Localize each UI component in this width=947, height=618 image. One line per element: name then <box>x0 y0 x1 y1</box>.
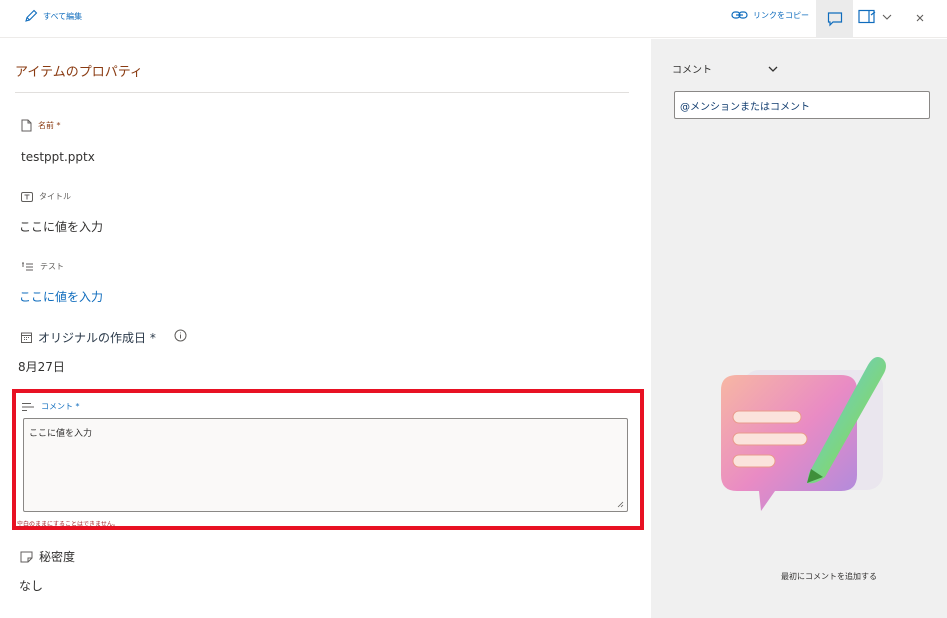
comment-textarea-value: ここに値を入力 <box>29 429 93 439</box>
comments-dropdown-label: コメント <box>672 65 712 76</box>
comment-icon <box>827 12 842 27</box>
test-field-label: テスト <box>21 261 64 272</box>
chevron-down-icon <box>768 66 778 72</box>
created-date-field-value[interactable]: 8月27日 <box>18 358 65 375</box>
link-icon <box>731 11 748 19</box>
sensitivity-icon <box>20 551 33 562</box>
comment-field-highlight: コメント * ここに値を入力 空白のままにすることはできません。 <box>12 389 644 530</box>
resize-grip-icon[interactable] <box>617 501 624 508</box>
divider <box>15 92 629 93</box>
close-icon[interactable] <box>913 11 927 25</box>
test-field-value[interactable]: ここに値を入力 <box>19 288 103 305</box>
pencil-icon <box>25 9 38 22</box>
text-title-icon <box>21 191 33 202</box>
details-pane-icon <box>858 9 876 24</box>
copy-link-button[interactable]: リンクをコピー <box>731 9 809 21</box>
title-field-label: タイトル <box>21 191 71 202</box>
document-icon <box>21 119 32 132</box>
comment-illustration <box>721 357 886 511</box>
item-properties-panel: アイテムのプロパティ 名前 * testppt.pptx タイトル ここに値を入… <box>0 39 651 618</box>
edit-all-button[interactable]: すべて編集 <box>24 9 82 23</box>
comments-panel: コメント @メンションまたはコメント 最初にコメントを追加する <box>651 39 947 618</box>
error-underline <box>120 526 148 527</box>
multiline-text-icon <box>22 402 34 411</box>
created-date-field-label: オリジナルの作成日 * <box>21 329 156 346</box>
chevron-down-icon <box>882 14 892 20</box>
comment-textarea[interactable]: ここに値を入力 <box>23 418 628 512</box>
sensitivity-field-label: 秘密度 <box>20 548 75 565</box>
info-icon[interactable] <box>174 329 187 342</box>
sensitivity-field-value[interactable]: なし <box>19 577 43 594</box>
title-field-value[interactable]: ここに値を入力 <box>19 218 103 235</box>
empty-comments-message: 最初にコメントを追加する <box>781 572 877 581</box>
comment-input[interactable]: @メンションまたはコメント <box>674 91 930 119</box>
comments-toggle-button[interactable] <box>816 0 853 38</box>
comment-field-label: コメント * <box>21 401 80 412</box>
comment-error-message: 空白のままにすることはできません。 <box>17 521 119 528</box>
top-toolbar: すべて編集 リンクをコピー <box>0 0 947 38</box>
text-list-icon <box>22 262 33 270</box>
copy-link-label: リンクをコピー <box>753 10 809 20</box>
comments-dropdown[interactable]: コメント <box>672 61 778 76</box>
panel-title: アイテムのプロパティ <box>15 65 143 80</box>
edit-all-label: すべて編集 <box>43 11 83 21</box>
calendar-icon <box>21 332 32 343</box>
name-field-label: 名前 * <box>21 119 61 132</box>
details-pane-button[interactable] <box>858 9 892 24</box>
name-field-value[interactable]: testppt.pptx <box>21 150 95 164</box>
